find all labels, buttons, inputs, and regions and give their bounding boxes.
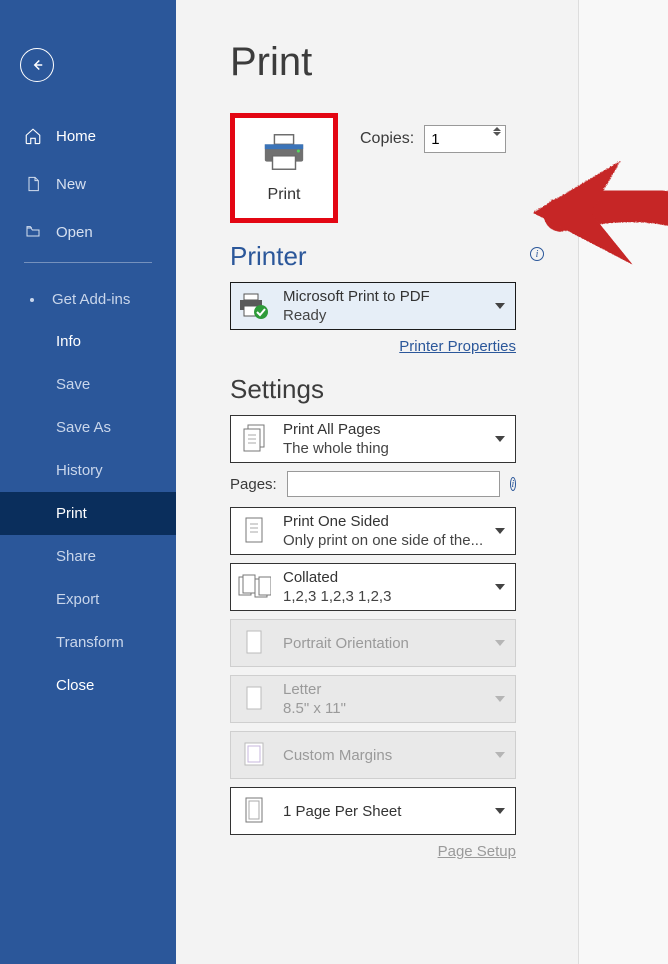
print-button-label: Print bbox=[268, 186, 301, 204]
printer-name: Microsoft Print to PDF bbox=[283, 288, 430, 305]
pages-label: Pages: bbox=[230, 476, 277, 493]
chevron-down-icon bbox=[495, 752, 505, 758]
page-setup-link: Page Setup bbox=[438, 843, 516, 860]
paper-size-dropdown: Letter 8.5" x 11" bbox=[230, 675, 516, 723]
sidebar-item-export[interactable]: Export bbox=[0, 578, 176, 621]
option-sub: 1,2,3 1,2,3 1,2,3 bbox=[283, 588, 391, 605]
sides-dropdown[interactable]: Print One Sided Only print on one side o… bbox=[230, 507, 516, 555]
one-per-sheet-icon bbox=[237, 793, 271, 829]
option-title: Print All Pages bbox=[283, 421, 389, 438]
page-stack-icon bbox=[237, 421, 271, 457]
option-sub: 8.5" x 11" bbox=[283, 700, 346, 717]
info-icon[interactable]: i bbox=[510, 477, 516, 491]
printer-status: Ready bbox=[283, 307, 430, 324]
chevron-down-icon bbox=[495, 436, 505, 442]
sidebar-item-addins[interactable]: Get Add-ins bbox=[0, 279, 176, 320]
sidebar-item-label: Get Add-ins bbox=[52, 291, 130, 308]
sidebar-item-label: Home bbox=[56, 128, 96, 145]
sidebar-divider bbox=[24, 262, 152, 263]
option-title: Collated bbox=[283, 569, 391, 586]
sidebar-item-save[interactable]: Save bbox=[0, 363, 176, 406]
copies-up-icon[interactable] bbox=[493, 127, 501, 131]
page-title: Print bbox=[230, 40, 638, 85]
printer-status-icon bbox=[237, 288, 271, 324]
sidebar-item-new[interactable]: New bbox=[0, 160, 176, 208]
printer-dropdown[interactable]: Microsoft Print to PDF Ready bbox=[230, 282, 516, 330]
sidebar-item-info[interactable]: Info bbox=[0, 320, 176, 363]
collate-dropdown[interactable]: Collated 1,2,3 1,2,3 1,2,3 bbox=[230, 563, 516, 611]
sidebar-item-transform[interactable]: Transform bbox=[0, 621, 176, 664]
pages-per-sheet-dropdown[interactable]: 1 Page Per Sheet bbox=[230, 787, 516, 835]
chevron-down-icon bbox=[495, 696, 505, 702]
sidebar-item-print[interactable]: Print bbox=[0, 492, 176, 535]
option-title: Portrait Orientation bbox=[283, 635, 409, 652]
pages-input[interactable] bbox=[287, 471, 500, 497]
copies-label: Copies: bbox=[360, 130, 414, 148]
sidebar-item-label: New bbox=[56, 176, 86, 193]
back-button[interactable] bbox=[20, 48, 54, 82]
single-page-icon bbox=[237, 513, 271, 549]
sidebar-item-label: Open bbox=[56, 224, 93, 241]
option-sub: The whole thing bbox=[283, 440, 389, 457]
sidebar-item-share[interactable]: Share bbox=[0, 535, 176, 578]
print-pane: Print Print Copies: Printer bbox=[176, 0, 668, 964]
backstage-sidebar: Home New Open Get Add-ins Info Save Save… bbox=[0, 0, 176, 964]
option-title: Custom Margins bbox=[283, 747, 392, 764]
printer-icon bbox=[261, 132, 307, 172]
print-button[interactable]: Print bbox=[230, 113, 338, 223]
collate-icon bbox=[237, 569, 271, 605]
option-title: Print One Sided bbox=[283, 513, 483, 530]
home-icon bbox=[24, 127, 42, 145]
sidebar-item-save-as[interactable]: Save As bbox=[0, 406, 176, 449]
folder-icon bbox=[24, 223, 42, 241]
copies-spinner[interactable] bbox=[424, 125, 506, 153]
portrait-icon bbox=[237, 625, 271, 661]
back-arrow-icon bbox=[28, 56, 46, 74]
sidebar-item-close[interactable]: Close bbox=[0, 664, 176, 707]
info-icon[interactable]: i bbox=[530, 247, 544, 261]
print-preview-area bbox=[578, 0, 668, 964]
option-sub: Only print on one side of the... bbox=[283, 532, 483, 549]
orientation-dropdown: Portrait Orientation bbox=[230, 619, 516, 667]
paper-size-icon bbox=[237, 681, 271, 717]
margins-dropdown: Custom Margins bbox=[230, 731, 516, 779]
chevron-down-icon bbox=[495, 528, 505, 534]
chevron-down-icon bbox=[495, 303, 505, 309]
printer-properties-link[interactable]: Printer Properties bbox=[399, 338, 516, 355]
option-title: Letter bbox=[283, 681, 346, 698]
copies-down-icon[interactable] bbox=[493, 132, 501, 136]
printer-heading: Printer bbox=[230, 241, 516, 272]
option-title: 1 Page Per Sheet bbox=[283, 803, 401, 820]
margins-icon bbox=[237, 737, 271, 773]
chevron-down-icon bbox=[495, 640, 505, 646]
copies-input[interactable] bbox=[425, 126, 485, 152]
sidebar-item-home[interactable]: Home bbox=[0, 112, 176, 160]
sidebar-item-open[interactable]: Open bbox=[0, 208, 176, 256]
chevron-down-icon bbox=[495, 808, 505, 814]
print-range-dropdown[interactable]: Print All Pages The whole thing bbox=[230, 415, 516, 463]
sidebar-item-history[interactable]: History bbox=[0, 449, 176, 492]
settings-heading: Settings bbox=[230, 374, 638, 405]
document-icon bbox=[24, 175, 42, 193]
chevron-down-icon bbox=[495, 584, 505, 590]
